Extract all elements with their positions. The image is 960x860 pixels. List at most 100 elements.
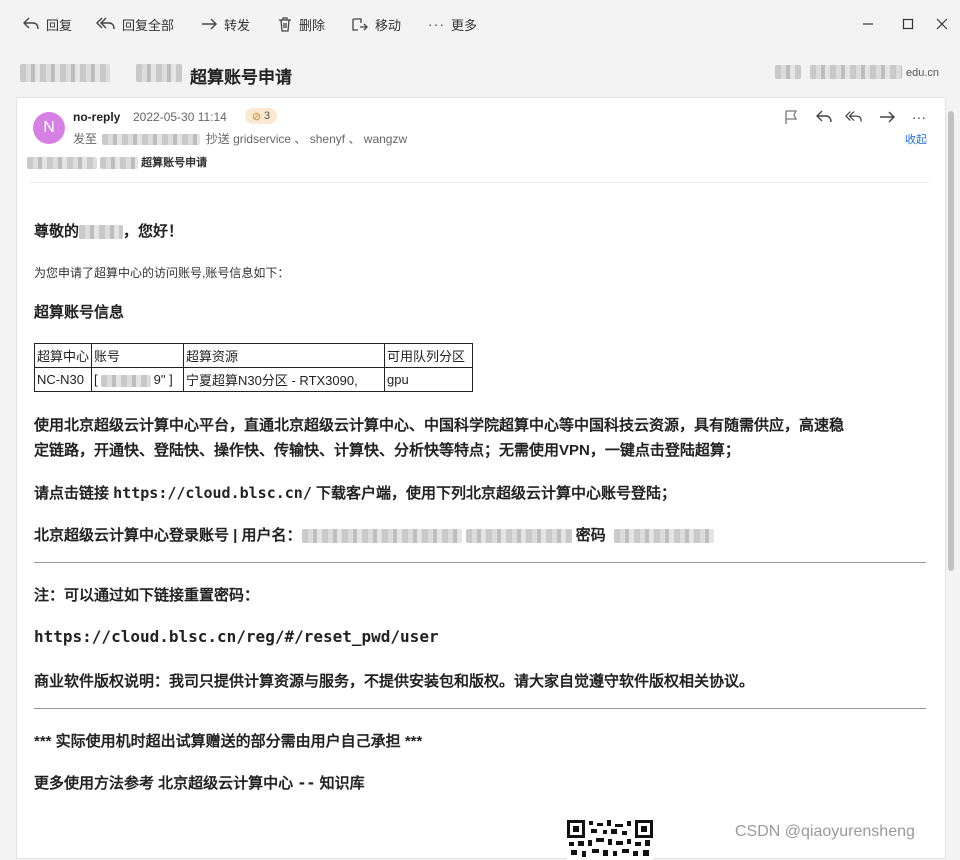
account-open: [	[94, 372, 98, 387]
sent-date: 2022-05-30 11:14	[133, 110, 227, 124]
intro-text: 为您申请了超算中心的访问账号,账号信息如下：	[34, 266, 290, 280]
email-subject: 超算账号申请	[190, 68, 292, 87]
reply-button[interactable]: 回复	[22, 13, 72, 35]
to-prefix: 发至	[73, 132, 98, 146]
table-header: 账号	[91, 343, 185, 368]
cc-prefix: 抄送	[205, 132, 230, 146]
redacted-recipient-name	[79, 225, 124, 240]
table-row: NC-N30 [9" ] 宁夏超算N30分区 - RTX3090, gpu	[33, 367, 474, 392]
redacted-recipient	[102, 134, 201, 146]
more-icon: ···	[428, 16, 445, 32]
minimize-icon	[863, 23, 873, 25]
download-link[interactable]: https://cloud.blsc.cn/	[113, 484, 312, 502]
download-instruction: 请点击链接 https://cloud.blsc.cn/ 下载客户端，使用下列北…	[34, 482, 676, 503]
greeting: 尊敬的 ，您好！	[34, 220, 183, 241]
reply-icon	[23, 17, 39, 30]
table-header: 超算资源	[183, 343, 386, 368]
sender-domain: edu.cn	[906, 67, 940, 79]
close-icon	[936, 18, 948, 30]
table-header: 超算中心	[33, 343, 93, 368]
redacted-username	[301, 529, 462, 544]
delete-label: 删除	[299, 17, 326, 33]
subject-line: 超算账号申请	[27, 154, 207, 170]
maximize-icon	[902, 18, 914, 30]
redacted-username	[465, 529, 572, 544]
table-header-row: 超算中心 账号 超算资源 可用队列分区	[33, 343, 474, 368]
more-button[interactable]: ··· 更多	[428, 13, 477, 35]
reply-all-button[interactable]: 回复全部	[96, 13, 174, 35]
move-label: 移动	[375, 17, 402, 33]
forward-icon	[880, 111, 895, 123]
license-notice: 商业软件版权说明：我司只提供计算资源与服务，不提供安装包和版权。请大家自觉遵守软…	[34, 673, 755, 690]
watermark: CSDN @qiaoyurensheng	[735, 823, 915, 840]
redacted-account	[100, 374, 151, 387]
reply-label: 回复	[46, 17, 73, 33]
header-reply-all-button[interactable]	[845, 108, 863, 126]
knowledge-base-reference: 更多使用方法参考 北京超级云计算中心 -- 知识库	[34, 772, 365, 793]
avatar: N	[33, 112, 65, 144]
forward-icon	[202, 18, 217, 30]
divider	[34, 562, 926, 563]
minimize-button[interactable]	[860, 16, 876, 32]
toolbar: 回复 回复全部 转发 删除 移动 ··· 更多	[0, 0, 960, 50]
redacted-subject-prefix	[136, 64, 182, 82]
recipients-row: 发至 抄送 gridservice 、 shenyf 、 wangzw	[73, 130, 407, 147]
close-button[interactable]	[934, 16, 950, 32]
greeting-start: 尊敬的	[34, 223, 80, 240]
download-text-start: 请点击链接	[34, 485, 114, 502]
login-info: 北京超级云计算中心登录账号 | 用户名： 密码	[34, 524, 714, 545]
scrollbar[interactable]	[946, 105, 956, 852]
header-forward-button[interactable]	[878, 108, 896, 126]
knowledge-base-link[interactable]: 知识库	[315, 775, 365, 792]
login-label: 北京超级云计算中心登录账号 | 用户名：	[34, 527, 302, 544]
forward-button[interactable]: 转发	[200, 13, 250, 35]
subject-line-text: 超算账号申请	[141, 157, 208, 169]
redacted-subject-prefix	[20, 64, 110, 82]
table-cell: gpu	[384, 367, 474, 392]
reply-all-icon	[96, 17, 115, 30]
forward-label: 转发	[224, 17, 251, 33]
reply-all-label: 回复全部	[122, 17, 175, 33]
attachment-badge[interactable]: ⊘ 3	[245, 108, 277, 124]
usage-notice: *** 实际使用机时超出试算赠送的部分需由用户自己承担 ***	[34, 733, 423, 750]
sender-name[interactable]: no-reply	[73, 110, 120, 124]
header-reply-button[interactable]	[815, 108, 833, 126]
header-more-icon[interactable]: ···	[910, 108, 928, 126]
collapse-link[interactable]: 收起	[905, 131, 927, 147]
paperclip-icon: ⊘	[251, 110, 262, 123]
header-divider	[29, 182, 929, 183]
more-label: 更多	[451, 17, 478, 33]
account-close: 9" ]	[153, 372, 173, 387]
reply-icon	[816, 110, 832, 123]
cc-list: gridservice 、 shenyf 、 wangzw	[233, 132, 408, 146]
flag-icon	[785, 110, 798, 124]
move-icon	[352, 18, 368, 31]
maximize-button[interactable]	[900, 16, 916, 32]
table-header: 可用队列分区	[384, 343, 474, 368]
section-title: 超算账号信息	[34, 304, 125, 321]
table-cell: NC-N30	[33, 367, 93, 392]
table-cell: [9" ]	[91, 367, 185, 392]
reply-all-icon	[845, 111, 862, 122]
subject-bar: 超算账号申请 edu.cn	[0, 56, 960, 90]
delete-button[interactable]: 删除	[277, 13, 325, 35]
greeting-end: ，您好！	[123, 223, 184, 240]
divider	[34, 708, 926, 709]
more-text: 更多使用方法参考 北京超级云计算中心	[34, 775, 298, 792]
redacted-subject-prefix	[100, 157, 139, 170]
redacted-sender-address	[810, 65, 902, 79]
redacted-password	[613, 529, 714, 544]
redacted-sender-address	[775, 65, 801, 79]
platform-intro-line2: 定链路，开通快、登陆快、操作快、传输快、计算快、分析快等特点；无需使用VPN，一…	[34, 442, 740, 459]
more-dash: --	[297, 774, 316, 792]
account-table: 超算中心 账号 超算资源 可用队列分区 NC-N30 [9" ] 宁夏超算N30…	[33, 343, 474, 392]
message-card: N no-reply 2022-05-30 11:14 ⊘ 3 发至 抄送 gr…	[16, 97, 946, 860]
trash-icon	[279, 17, 291, 32]
reset-password-link[interactable]: https://cloud.blsc.cn/reg/#/reset_pwd/us…	[34, 627, 439, 646]
table-cell: 宁夏超算N30分区 - RTX3090,	[183, 367, 386, 392]
move-button[interactable]: 移动	[351, 13, 401, 35]
reset-note: 注：可以通过如下链接重置密码：	[34, 587, 260, 604]
scrollbar-thumb[interactable]	[948, 111, 954, 571]
platform-intro-line1: 使用北京超级云计算中心平台，直通北京超级云计算中心、中国科学院超算中心等中国科技…	[34, 417, 845, 434]
flag-button[interactable]	[782, 108, 800, 126]
